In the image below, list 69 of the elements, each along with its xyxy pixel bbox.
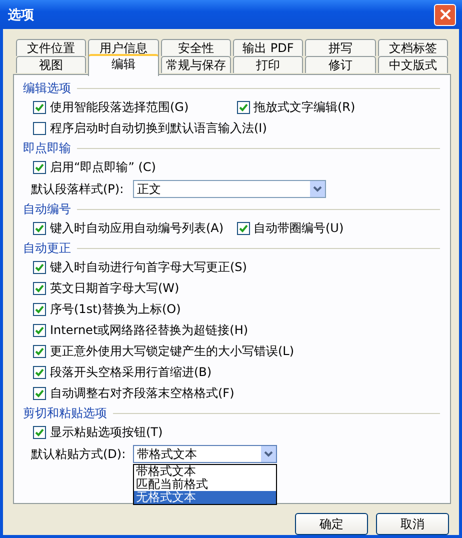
checkbox-option[interactable]: 段落开头空格采用行首缩进(B)	[33, 364, 212, 381]
window-title: 选项	[8, 6, 34, 24]
tab[interactable]: 中文版式	[378, 56, 448, 73]
checkbox[interactable]	[33, 161, 46, 174]
checkbox-option[interactable]: 显示粘贴选项按钮(T)	[33, 424, 163, 441]
checkbox[interactable]	[33, 426, 46, 439]
checkbox[interactable]	[236, 101, 250, 114]
checkbox[interactable]	[33, 303, 46, 316]
tab[interactable]: 打印	[232, 56, 304, 73]
checkbox-option[interactable]: 键入时自动应用自动编号列表(A)	[33, 220, 236, 237]
tab[interactable]: 文件位置	[16, 39, 86, 56]
checkbox[interactable]	[33, 282, 46, 295]
close-icon	[440, 9, 450, 20]
checkbox[interactable]	[33, 101, 46, 114]
checkbox[interactable]	[236, 222, 250, 235]
checkbox-option[interactable]: 英文日期首字母大写(W)	[33, 280, 180, 297]
tab[interactable]: 视图	[16, 56, 86, 73]
tab[interactable]: 编辑	[88, 54, 159, 76]
tab[interactable]: 安全性	[160, 39, 231, 56]
checkbox-option[interactable]: 更正意外使用大写锁定键产生的大小写错误(L)	[33, 343, 294, 360]
checkbox[interactable]	[33, 387, 46, 400]
checkbox[interactable]	[33, 222, 46, 235]
checkbox-option[interactable]: 使用智能段落选择范围(G)	[33, 99, 236, 116]
checkmark-icon	[35, 103, 44, 112]
checkmark-icon	[35, 368, 44, 377]
checkmark-icon	[35, 305, 44, 314]
checkbox-option[interactable]: 自动带圈编号(U)	[236, 220, 440, 237]
checkbox[interactable]	[33, 324, 46, 337]
tab[interactable]: 拼写	[305, 39, 376, 56]
checkmark-icon	[238, 103, 248, 112]
checkbox-option[interactable]: 拖放式文字编辑(R)	[236, 99, 440, 116]
close-button[interactable]	[434, 4, 456, 26]
tab[interactable]: 修订	[305, 56, 376, 73]
section-heading: 编辑选项	[23, 80, 71, 96]
checkbox[interactable]	[33, 122, 46, 135]
checkbox[interactable]	[33, 261, 46, 274]
section-heading: 自动编号	[23, 200, 71, 218]
checkbox-option[interactable]: Internet或网络路径替换为超链接(H)	[33, 322, 248, 339]
dialog-button[interactable]: 确定	[295, 513, 368, 535]
checkmark-icon	[35, 224, 44, 233]
checkmark-icon	[35, 263, 44, 272]
checkmark-icon	[35, 428, 44, 437]
checkbox-option[interactable]: 启用“即点即输” (C)	[33, 159, 156, 176]
section-heading: 即点即输	[23, 140, 71, 156]
checkbox-option[interactable]: 键入时自动进行句首字母大写更正(S)	[33, 259, 247, 276]
checkmark-icon	[35, 326, 44, 335]
field-label: 默认粘贴方式(D):	[31, 446, 127, 462]
checkbox[interactable]	[33, 345, 46, 358]
dropdown-option[interactable]: 匹配当前格式	[134, 478, 276, 491]
checkmark-icon	[238, 224, 248, 233]
field-label: 默认段落样式(P):	[31, 180, 125, 198]
checkmark-icon	[35, 284, 44, 293]
dialog-button[interactable]: 取消	[376, 513, 449, 535]
checkmark-icon	[35, 389, 44, 398]
checkbox-option[interactable]: 程序启动时自动切换到默认语言输入法(I)	[33, 120, 267, 137]
checkmark-icon	[35, 347, 44, 356]
tab[interactable]: 常规与保存	[160, 56, 231, 73]
checkbox[interactable]	[33, 366, 46, 379]
tab[interactable]: 文档标签	[378, 39, 448, 56]
tab[interactable]: 输出 PDF	[232, 39, 304, 56]
dropdown-field[interactable]: 带格式文本	[133, 445, 277, 463]
checkmark-icon	[35, 163, 44, 172]
dropdown-option[interactable]: 带格式文本	[134, 465, 276, 478]
section-heading: 剪切和粘贴选项	[23, 404, 107, 422]
dropdown-option[interactable]: 无格式文本	[134, 491, 276, 504]
dropdown-field[interactable]: 正文	[133, 180, 326, 198]
checkbox-option[interactable]: 序号(1st)替换为上标(O)	[33, 301, 181, 318]
checkbox-option[interactable]: 自动调整右对齐段落末空格格式(F)	[33, 385, 234, 402]
section-heading: 自动更正	[23, 240, 71, 256]
